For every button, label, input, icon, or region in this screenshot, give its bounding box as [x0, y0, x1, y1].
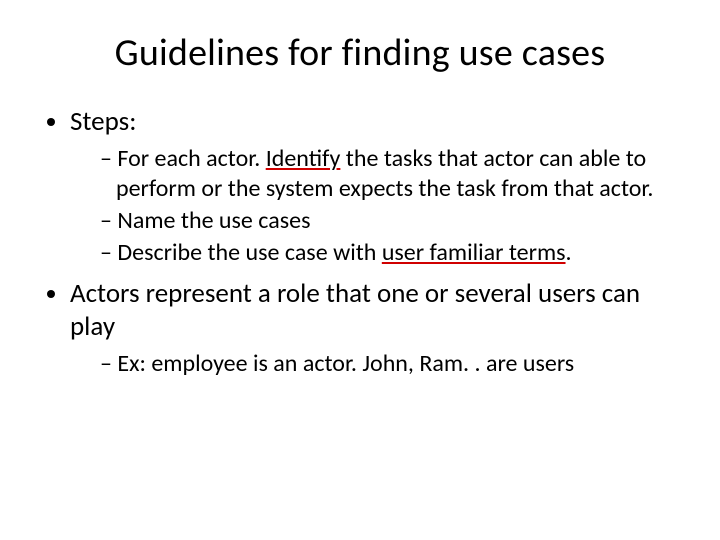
actors-sublist: Ex: employee is an actor. John, Ram. . a…: [70, 349, 680, 379]
step-describe-pre: Describe the use case with: [117, 238, 381, 267]
slide: Guidelines for finding use cases Steps: …: [0, 0, 720, 540]
step-name: Name the use cases: [100, 206, 680, 236]
step-identify-highlight: Identify: [266, 144, 341, 173]
bullet-steps: Steps: For each actor. Identify the task…: [70, 106, 680, 268]
slide-title: Guidelines for finding use cases: [40, 30, 680, 76]
bullet-list: Steps: For each actor. Identify the task…: [40, 106, 680, 379]
bullet-steps-label: Steps:: [70, 105, 136, 138]
step-identify-pre: For each actor.: [117, 144, 265, 173]
step-identify: For each actor. Identify the tasks that …: [100, 144, 680, 204]
bullet-actors: Actors represent a role that one or seve…: [70, 278, 680, 379]
step-describe-post: .: [566, 238, 572, 267]
step-describe-highlight: user familiar terms: [382, 238, 566, 267]
steps-sublist: For each actor. Identify the tasks that …: [70, 144, 680, 268]
actors-example: Ex: employee is an actor. John, Ram. . a…: [100, 349, 680, 379]
step-describe: Describe the use case with user familiar…: [100, 238, 680, 268]
bullet-actors-label: Actors represent a role that one or seve…: [70, 277, 640, 342]
